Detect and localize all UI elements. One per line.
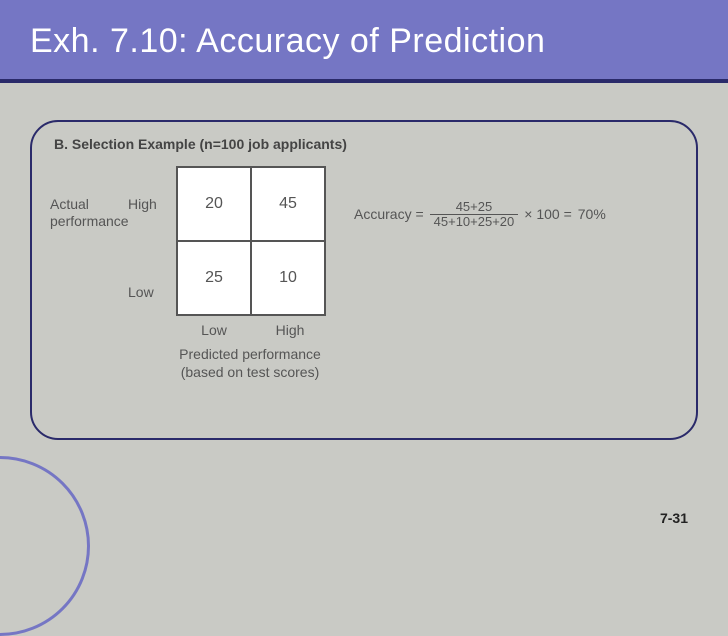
formula-prefix: Accuracy = xyxy=(354,206,424,222)
cell-actual-low-pred-low: 25 xyxy=(177,241,251,315)
formula-denominator: 45+10+25+20 xyxy=(430,215,519,229)
x-axis-high: High xyxy=(252,322,328,338)
y-axis-line1: Actual xyxy=(50,196,89,212)
content-frame: B. Selection Example (n=100 job applican… xyxy=(30,120,698,440)
title-bar: Exh. 7.10: Accuracy of Prediction xyxy=(0,0,728,83)
y-axis-group-label: Actual performance xyxy=(50,196,129,230)
accuracy-formula: Accuracy = 45+25 45+10+25+20 × 100 = 70% xyxy=(354,200,606,228)
slide-title: Exh. 7.10: Accuracy of Prediction xyxy=(30,22,698,61)
y-axis-low: Low xyxy=(128,284,154,300)
section-label: B. Selection Example (n=100 job applican… xyxy=(54,136,678,152)
x-axis-line2: (based on test scores) xyxy=(181,364,320,380)
diagram: Actual performance High Low 20 45 25 10 xyxy=(50,166,678,316)
cell-actual-high-pred-high: 45 xyxy=(251,167,325,241)
confusion-matrix: 20 45 25 10 xyxy=(176,166,326,316)
x-axis-low: Low xyxy=(176,322,252,338)
x-axis-group-label: Predicted performance (based on test sco… xyxy=(150,346,350,381)
x-axis-labels: Low High xyxy=(176,322,328,338)
formula-result: 70% xyxy=(578,206,606,222)
y-axis-high: High xyxy=(128,196,157,212)
y-axis-line2: performance xyxy=(50,213,129,229)
x-axis-line1: Predicted performance xyxy=(179,346,321,362)
cell-actual-high-pred-low: 20 xyxy=(177,167,251,241)
cell-actual-low-pred-high: 10 xyxy=(251,241,325,315)
formula-fraction: 45+25 45+10+25+20 xyxy=(430,200,519,228)
formula-mult: × 100 = xyxy=(524,206,572,222)
decorative-arc xyxy=(0,456,90,636)
page-number: 7-31 xyxy=(660,510,688,526)
formula-numerator: 45+25 xyxy=(430,200,519,215)
